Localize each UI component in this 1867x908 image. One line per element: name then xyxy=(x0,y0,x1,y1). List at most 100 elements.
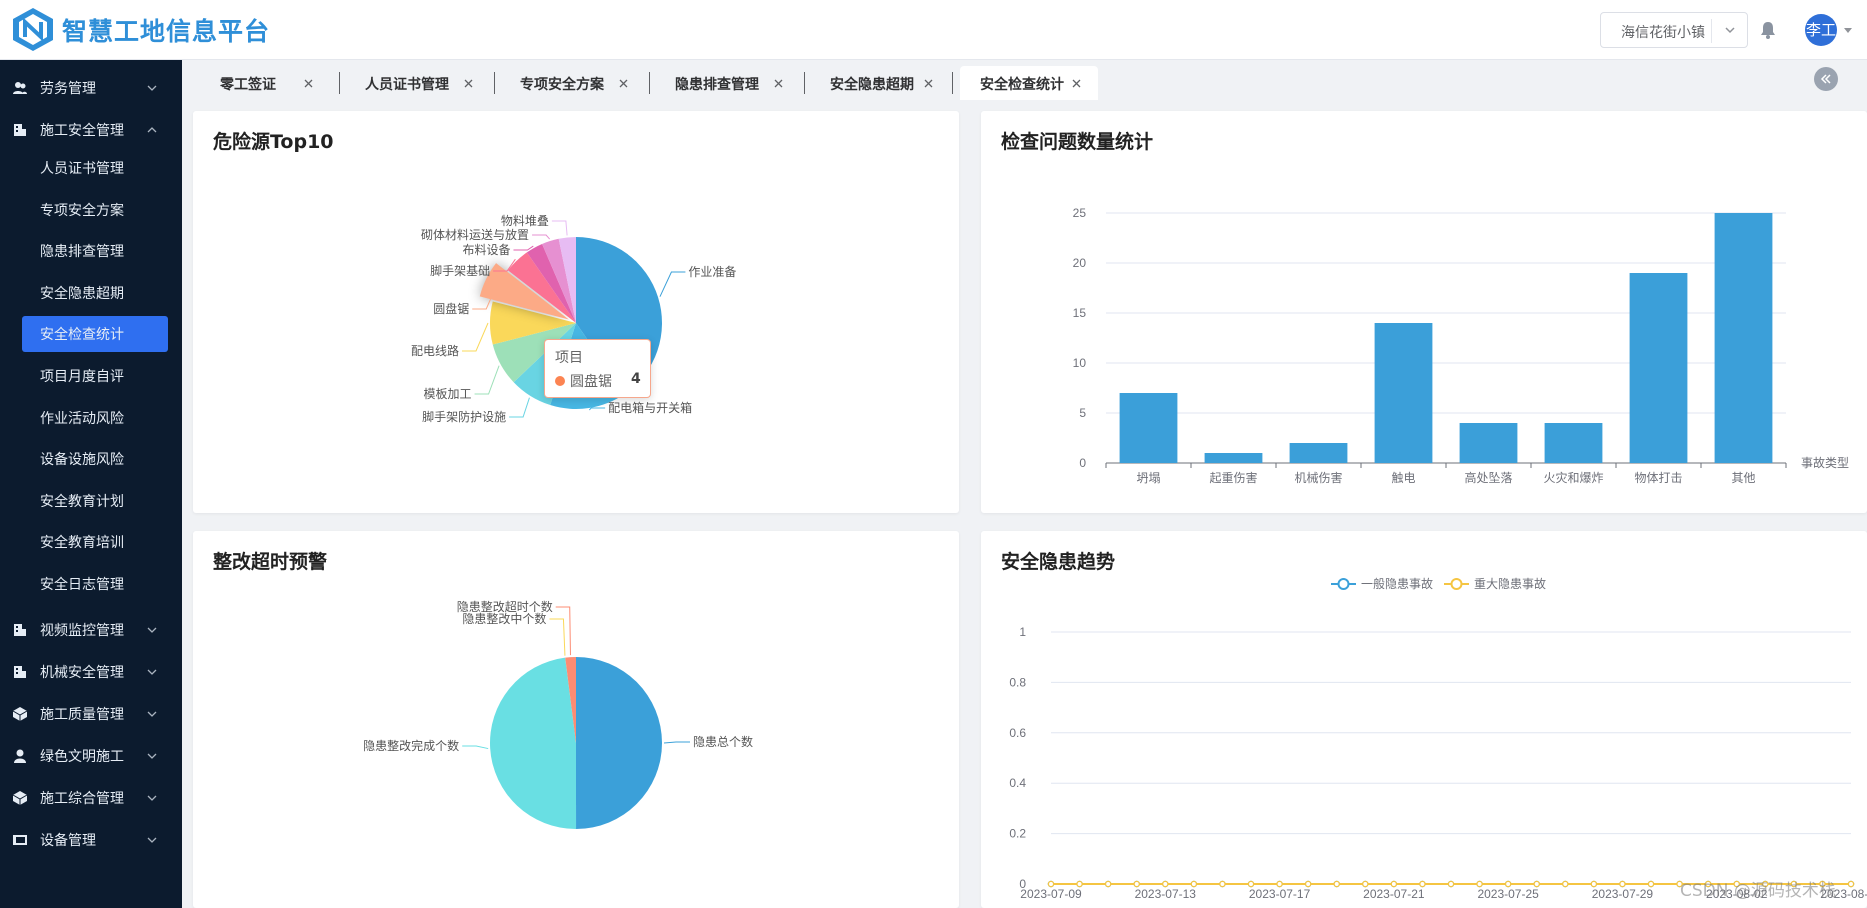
series-point[interactable] xyxy=(1362,880,1369,888)
bar[interactable] xyxy=(1204,453,1263,463)
x-tick-label: 2023-07-21 xyxy=(1363,887,1425,901)
sidebar-group-2[interactable]: 视频监控管理 xyxy=(0,609,182,651)
bell-icon[interactable] xyxy=(1757,19,1779,41)
close-icon[interactable] xyxy=(302,77,315,90)
sidebar-group-4[interactable]: 施工质量管理 xyxy=(0,693,182,735)
chevron-down-icon xyxy=(147,85,157,91)
tab-2[interactable]: 专项安全方案 xyxy=(500,66,645,100)
series-point[interactable] xyxy=(1104,880,1112,888)
bar[interactable] xyxy=(1374,323,1433,463)
sidebar-item-9[interactable]: 安全教育培训 xyxy=(22,524,168,560)
series-point[interactable] xyxy=(1304,880,1312,888)
series-point[interactable] xyxy=(1619,880,1626,888)
tab-3[interactable]: 隐患排查管理 xyxy=(655,66,800,100)
pie-slice[interactable] xyxy=(576,657,663,829)
sidebar-item-2[interactable]: 隐患排查管理 xyxy=(22,233,168,269)
pie-label: 模板加工 xyxy=(424,387,472,401)
y-tick-label: 1 xyxy=(1019,625,1026,639)
x-tick-label: 其他 xyxy=(1731,471,1755,485)
sidebar-item-10[interactable]: 安全日志管理 xyxy=(22,566,168,602)
tooltip-title: 项目 xyxy=(555,350,583,366)
series-point[interactable] xyxy=(1590,880,1598,888)
series-point[interactable] xyxy=(1419,880,1426,888)
y-tick-label: 0.8 xyxy=(1009,675,1026,689)
bar[interactable] xyxy=(1714,213,1773,463)
sidebar-group-label: 施工综合管理 xyxy=(40,790,124,807)
sidebar-item-5[interactable]: 项目月度自评 xyxy=(22,358,168,394)
sidebar-group-label: 设备管理 xyxy=(40,832,96,849)
series-point[interactable] xyxy=(1247,880,1255,888)
sidebar-group-1[interactable]: 施工安全管理 xyxy=(0,109,182,151)
series-point[interactable] xyxy=(1276,880,1283,888)
bar[interactable] xyxy=(1629,273,1688,463)
series-point[interactable] xyxy=(1133,880,1140,888)
trend-line-chart: 一般隐患事故 重大隐患事故00.20.40.60.812023-07-09 2023… xyxy=(1009,576,1867,901)
tab-0[interactable]: 零工签证 xyxy=(200,66,330,100)
sidebar-item-6[interactable]: 作业活动风险 xyxy=(22,400,168,436)
tab-divider xyxy=(494,72,495,94)
building-icon xyxy=(14,623,26,636)
pie-label-line xyxy=(588,407,606,411)
sidebar-item-8[interactable]: 安全教育计划 xyxy=(22,483,168,519)
series-point[interactable] xyxy=(1533,880,1540,888)
sidebar-group-5[interactable]: 绿色文明施工 xyxy=(0,735,182,777)
pie-slice[interactable] xyxy=(490,657,577,829)
series-point[interactable] xyxy=(1190,880,1198,888)
sidebar-item-3[interactable]: 安全隐患超期 xyxy=(22,275,168,311)
bar[interactable] xyxy=(1544,423,1603,463)
tab-4[interactable]: 安全隐患超期 xyxy=(810,66,950,100)
sidebar-group-0[interactable]: 劳务管理 xyxy=(0,67,182,109)
pie-label-line xyxy=(555,606,571,656)
tab-label: 专项安全方案 xyxy=(520,77,604,93)
close-icon[interactable] xyxy=(772,77,785,90)
sidebar-group-7[interactable]: 设备管理 xyxy=(0,819,182,861)
series-point[interactable] xyxy=(1333,880,1340,888)
close-icon[interactable] xyxy=(1070,77,1083,90)
sidebar-item-0[interactable]: 人员证书管理 xyxy=(22,150,168,186)
legend-item[interactable]: 一般隐患事故 xyxy=(1331,576,1433,591)
series-point[interactable] xyxy=(1219,880,1226,888)
sidebar-item-1[interactable]: 专项安全方案 xyxy=(22,192,168,228)
sidebar-item-label: 安全隐患超期 xyxy=(40,285,124,302)
issue-count-panel: 检查问题数量统计 0 5 10 15 20 25 坍塌 起重伤害 机械伤害 触电 高处坠落 火灾和爆炸… xyxy=(981,111,1867,513)
sidebar-item-label: 专项安全方案 xyxy=(40,202,124,219)
y-tick-label: 0.6 xyxy=(1009,726,1026,740)
sidebar-group-label: 绿色文明施工 xyxy=(40,748,124,765)
caret-down-icon[interactable] xyxy=(1842,24,1854,36)
legend-marker xyxy=(1450,578,1463,590)
series-point[interactable] xyxy=(1390,880,1398,888)
series-point[interactable] xyxy=(1504,880,1512,888)
close-icon[interactable] xyxy=(462,77,475,90)
bar[interactable] xyxy=(1459,423,1518,463)
series-point[interactable] xyxy=(1162,880,1169,888)
legend-item[interactable]: 重大隐患事故 xyxy=(1444,576,1546,591)
bar[interactable] xyxy=(1289,443,1348,463)
series-point[interactable] xyxy=(1562,880,1569,888)
app-header: 智慧工地信息平台 海信花街小镇 李工 xyxy=(0,0,1867,60)
sidebar-item-7[interactable]: 设备设施风险 xyxy=(22,441,168,477)
sidebar-item-label: 安全检查统计 xyxy=(40,327,124,344)
sidebar-item-4[interactable]: 安全检查统计 xyxy=(22,316,168,353)
series-point[interactable] xyxy=(1447,880,1455,888)
series-point[interactable] xyxy=(1476,880,1483,888)
bar[interactable] xyxy=(1119,393,1178,463)
project-select[interactable]: 海信花街小镇 xyxy=(1600,12,1748,48)
series-point[interactable] xyxy=(1076,880,1083,888)
series-point[interactable] xyxy=(1647,880,1655,888)
sidebar-group-6[interactable]: 施工综合管理 xyxy=(0,777,182,819)
collapse-tabs-button[interactable] xyxy=(1814,67,1838,91)
x-tick-label: 火灾和爆炸 xyxy=(1543,470,1603,485)
series-point[interactable] xyxy=(1047,880,1055,888)
pie-label: 作业准备 xyxy=(688,265,736,279)
tab-5[interactable]: 安全检查统计 xyxy=(960,66,1098,100)
close-icon[interactable] xyxy=(617,77,630,90)
watermark: CSDN @源码技术栈 xyxy=(1680,881,1836,901)
close-icon[interactable] xyxy=(922,77,935,90)
series-point[interactable] xyxy=(1847,880,1855,888)
sidebar-item-label: 隐患排查管理 xyxy=(40,244,124,261)
user-avatar[interactable]: 李工 xyxy=(1805,14,1837,46)
pie-label-line xyxy=(462,322,489,352)
issue-bar-chart: 0 5 10 15 20 25 坍塌 起重伤害 机械伤害 触电 高处坠落 火灾和爆炸 物体打击 其他 事故类… xyxy=(1073,206,1849,485)
tab-1[interactable]: 人员证书管理 xyxy=(345,66,490,100)
sidebar-group-3[interactable]: 机械安全管理 xyxy=(0,651,182,693)
